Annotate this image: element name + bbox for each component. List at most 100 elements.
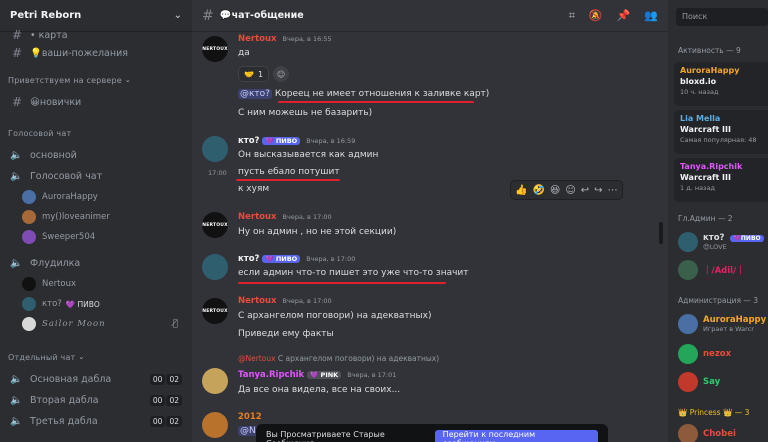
chevron-down-icon: ⌄ [124,76,131,84]
avatar[interactable]: NERTOUX [202,212,228,238]
message-text: Приведи ему факты [238,329,334,339]
voice-channel-main[interactable]: 🔈 основной [4,145,188,165]
message-text: к хуям [238,184,270,194]
reply-icon[interactable]: ↩ [581,185,589,196]
avatar[interactable]: NERTOUX [202,298,228,324]
message-header: Nertoux Вчера, в 16:55 [238,34,332,44]
avatar[interactable] [202,136,228,162]
channel-newbies[interactable]: # 😀новички [4,92,188,112]
user-limit-counter: 00 02 [149,394,182,406]
activity-card[interactable]: AuroraHappy bloxd.io 10 ч. назад [674,62,768,106]
search-input[interactable]: Поиск [676,8,768,26]
chevron-down-icon[interactable]: ⌄ [174,10,182,21]
hash-icon: # [11,95,23,109]
category-separate[interactable]: Отдельный чат ⌄ [0,346,192,368]
add-reaction-icon[interactable]: ☺ [273,66,290,82]
pin-icon[interactable]: 📌 [617,9,631,23]
member-item[interactable]: Chobei [678,424,768,442]
avatar [678,424,698,442]
username[interactable]: Tanya.Ripchik [238,370,304,380]
hash-icon: # [11,46,23,60]
voice-channel-flood[interactable]: 🔈 Флудилка [4,253,188,273]
voice-user[interactable]: Nertoux [0,274,192,294]
member-item[interactable]: ｜/Adil/｜ [678,260,768,280]
username[interactable]: Nertoux [238,34,277,44]
avatar[interactable] [202,412,228,438]
category-welcome[interactable]: Приветствуем на сервере ⌄ [0,69,192,91]
voice-user[interactable]: AuroraHappy [0,187,192,207]
role-header: Гл.Админ — 2 [678,214,733,223]
username[interactable]: 2012 [238,412,262,422]
message-list: NERTOUX Nertoux Вчера, в 16:55 да 🤝 1 ☺ @к… [192,32,658,442]
avatar[interactable]: NERTOUX [202,36,228,62]
add-reaction-icon[interactable]: ☺ [565,185,575,196]
message-text: если админ что-то пишет это уже что-то з… [238,268,469,278]
voice-channel-room[interactable]: 🔈 Третья дабла 00 02 [4,411,188,431]
laugh-icon[interactable]: 🤣 [532,185,544,196]
muted-icon: 🎙̸ [172,319,178,329]
chat-area: # 💬чат-общение ⌗ 🔕 📌 👥 NERTOUX Nertoux Вч… [192,0,668,442]
message-header: 2012 [238,412,262,422]
voice-user[interactable]: кто? 💜 ПИВО [0,294,192,314]
speaker-icon: 🔈 [10,257,23,269]
channel-partial[interactable]: # • карта [4,28,188,42]
message-text: да [238,48,250,58]
reactions: 🤝 1 ☺ [238,66,290,82]
member-item[interactable]: nezox [678,344,768,364]
voice-channel-room[interactable]: 🔈 Вторая дабла 00 02 [4,390,188,410]
avatar [678,232,698,252]
voice-user[interactable]: my()loveanimer [0,207,192,227]
role-header: Администрация — 3 [678,296,759,305]
voice-channel-room[interactable]: 🔈 Основная дабла 00 02 [4,369,188,389]
role-badge: 💜 ПИВО [262,255,301,263]
chevron-down-icon: ⌄ [78,353,85,361]
username[interactable]: Nertoux [238,212,277,222]
username[interactable]: кто? [238,254,259,264]
voice-channel-voicechat[interactable]: 🔈 Голосовой чат [4,166,188,186]
voice-user[interactable]: Sailor Moon 🎙̸ [0,314,192,334]
category-voice[interactable]: Голосовой чат [0,122,192,144]
avatar [678,372,698,392]
timestamp: Вчера, в 17:01 [347,371,397,379]
message-header: кто? 💜 ПИВО Вчера, в 16:59 [238,136,355,146]
timestamp: Вчера, в 17:00 [282,213,332,221]
avatar[interactable] [202,254,228,280]
message-text: пусть ебало потушит [238,167,340,177]
activity-card[interactable]: Lia Mella Warcraft III Самая популярная:… [674,110,768,154]
mute-bell-icon[interactable]: 🔕 [589,9,603,23]
username[interactable]: кто? [238,136,259,146]
speaker-icon: 🔈 [10,170,23,182]
activity-card[interactable]: Tanya.Ripchik Warcraft III 1 д. назад [674,158,768,202]
threads-icon[interactable]: ⌗ [569,9,575,23]
red-underline [278,101,474,103]
username[interactable]: Nertoux [238,296,277,306]
message-text: С ним можешь не базарить) [238,108,373,118]
mention[interactable]: @кто? [238,89,272,99]
member-item[interactable]: Say [678,372,768,392]
member-item[interactable]: AuroraHappy Играет в Warcr [678,314,768,334]
speaker-icon: 🔈 [10,149,23,161]
scrollbar-thumb[interactable] [659,222,663,244]
header-icons: ⌗ 🔕 📌 👥 [569,9,658,23]
speaker-icon: 🔈 [10,373,23,385]
thumbs-up-icon[interactable]: 👍 [515,185,527,196]
timestamp: Вчера, в 17:00 [306,255,356,263]
voice-user[interactable]: Sweeper504 [0,227,192,247]
member-item[interactable]: кто? 💜ПИВО 😍LOVE [678,232,768,252]
smile-icon[interactable]: 😆 [550,185,560,196]
forward-icon[interactable]: ↪ [594,185,602,196]
jump-to-present-button[interactable]: Перейти к последним сообщениям [434,430,598,442]
avatar [22,297,36,311]
members-icon[interactable]: 👥 [644,9,658,23]
message-text: С архангелом поговори) на адекватных) [238,311,432,321]
more-icon[interactable]: ⋯ [608,185,618,196]
avatar[interactable] [202,368,228,394]
hash-icon: # [202,7,214,24]
timestamp: Вчера, в 17:00 [282,297,332,305]
channel-wishes[interactable]: # 💡ваши-пожелания [4,43,188,63]
channel-title: 💬чат-общение [219,10,304,21]
role-header: 👑 Princess 👑 — 3 [678,408,750,417]
message-toolbar: 👍 🤣 😆 ☺ ↩ ↪ ⋯ [510,180,623,200]
reaction-pill[interactable]: 🤝 1 [238,66,270,82]
reply-preview[interactable]: @Nertoux С архангелом поговори) на адекв… [238,354,439,363]
